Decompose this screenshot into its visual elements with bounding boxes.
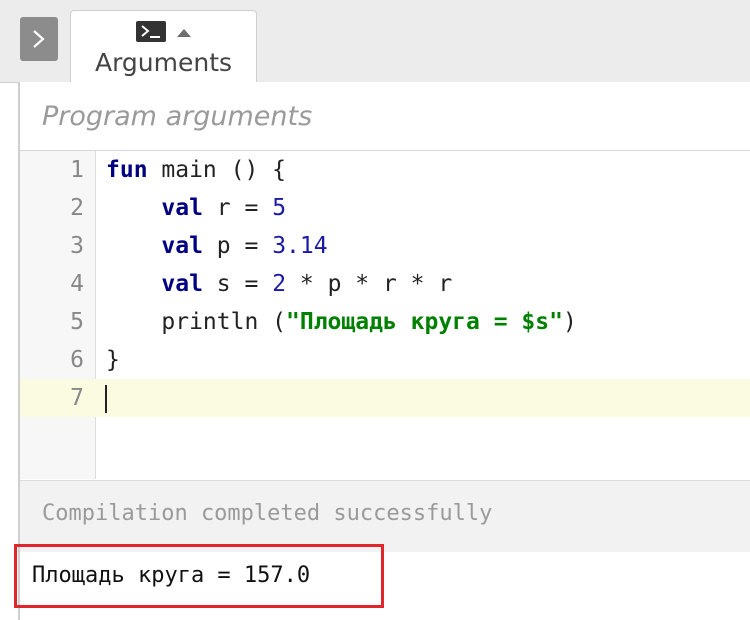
program-arguments-input[interactable] <box>42 96 732 136</box>
text-cursor <box>105 385 107 413</box>
code-text: val r = 5 <box>106 189 286 227</box>
code-text: fun main () { <box>106 151 286 189</box>
line-number: 7 <box>70 385 84 411</box>
chevron-right-icon <box>33 30 45 48</box>
line-number: 3 <box>70 233 84 259</box>
number-literal: 3.14 <box>272 233 328 259</box>
line-number: 6 <box>70 347 84 373</box>
code-text: val s = 2 * p * r * r <box>106 265 452 303</box>
code-editor[interactable]: 1 fun main () { 2 val r = 5 3 val p = 3.… <box>20 151 750 479</box>
code-segment: p = <box>202 233 273 259</box>
code-segment: * p * r * r <box>286 271 453 297</box>
compilation-status-bar: Compilation completed successfully <box>20 480 750 553</box>
code-segment: main () { <box>147 157 287 183</box>
code-line: 5 println ("Площадь круга = $s") <box>20 303 750 341</box>
line-number: 2 <box>70 195 84 221</box>
keyword: val <box>161 233 203 259</box>
arguments-row <box>20 82 750 151</box>
keyword: val <box>161 271 203 297</box>
output-highlight-box <box>14 544 384 608</box>
expand-button[interactable] <box>20 17 58 61</box>
code-segment: ) <box>562 309 577 335</box>
code-line: 4 val s = 2 * p * r * r <box>20 265 750 303</box>
number-literal: 2 <box>272 271 287 297</box>
keyword: val <box>161 195 203 221</box>
number-literal: 5 <box>272 195 287 221</box>
code-line: 1 fun main () { <box>20 151 750 189</box>
code-text: val p = 3.14 <box>106 227 328 265</box>
code-text: println ("Площадь круга = $s") <box>106 303 577 341</box>
code-line: 3 val p = 3.14 <box>20 227 750 265</box>
code-line-active: 7 <box>20 379 750 417</box>
keyword: fun <box>106 157 148 183</box>
code-segment: s = <box>202 271 273 297</box>
tab-arguments[interactable]: Arguments <box>70 10 257 83</box>
compilation-status: Compilation completed successfully <box>42 501 493 526</box>
string-literal: "Площадь круга = $s" <box>286 309 563 335</box>
line-number: 5 <box>70 309 84 335</box>
line-number: 1 <box>70 157 84 183</box>
line-number: 4 <box>70 271 84 297</box>
run-panel: 1 fun main () { 2 val r = 5 3 val p = 3.… <box>18 82 750 620</box>
code-line: 6 } <box>20 341 750 379</box>
code-text: } <box>106 347 120 373</box>
code-segment: println ( <box>106 309 287 335</box>
tab-label: Arguments <box>94 48 233 77</box>
code-line: 2 val r = 5 <box>20 189 750 227</box>
toolbar: Arguments <box>0 0 750 83</box>
terminal-icon <box>136 21 166 42</box>
caret-up-icon[interactable] <box>176 28 192 38</box>
code-segment: r = <box>202 195 273 221</box>
